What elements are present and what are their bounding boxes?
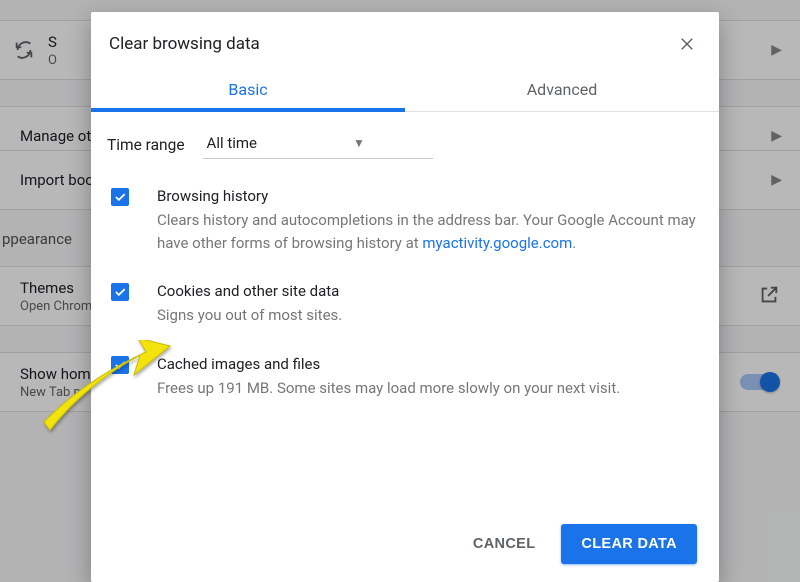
time-range-value: All time xyxy=(207,134,257,152)
option-browsing-history: Browsing history Clears history and auto… xyxy=(105,187,705,282)
option-cookies: Cookies and other site data Signs you ou… xyxy=(105,282,705,355)
cancel-button[interactable]: CANCEL xyxy=(465,524,544,564)
option-description: Frees up 191 MB. Some sites may load mor… xyxy=(157,377,699,400)
myactivity-link[interactable]: myactivity.google.com xyxy=(422,234,572,252)
time-range-select[interactable]: All time ▼ xyxy=(203,130,433,159)
option-title: Cookies and other site data xyxy=(157,282,699,300)
dropdown-triangle-icon: ▼ xyxy=(353,136,365,150)
clear-data-button[interactable]: CLEAR DATA xyxy=(561,524,697,564)
option-title: Cached images and files xyxy=(157,355,699,373)
tab-basic[interactable]: Basic xyxy=(91,66,405,111)
checkbox-browsing-history[interactable] xyxy=(111,188,129,206)
time-range-label: Time range xyxy=(107,136,185,154)
option-cached: Cached images and files Frees up 191 MB.… xyxy=(105,355,705,428)
dialog-title: Clear browsing data xyxy=(109,34,673,54)
close-icon[interactable] xyxy=(673,30,701,58)
clear-browsing-data-dialog: Clear browsing data Basic Advanced Time … xyxy=(91,12,719,582)
option-description: Signs you out of most sites. xyxy=(157,304,699,327)
option-title: Browsing history xyxy=(157,187,699,205)
option-description: Clears history and autocompletions in th… xyxy=(157,209,699,254)
tab-advanced[interactable]: Advanced xyxy=(405,66,719,111)
checkbox-cookies[interactable] xyxy=(111,283,129,301)
checkbox-cached[interactable] xyxy=(111,356,129,374)
